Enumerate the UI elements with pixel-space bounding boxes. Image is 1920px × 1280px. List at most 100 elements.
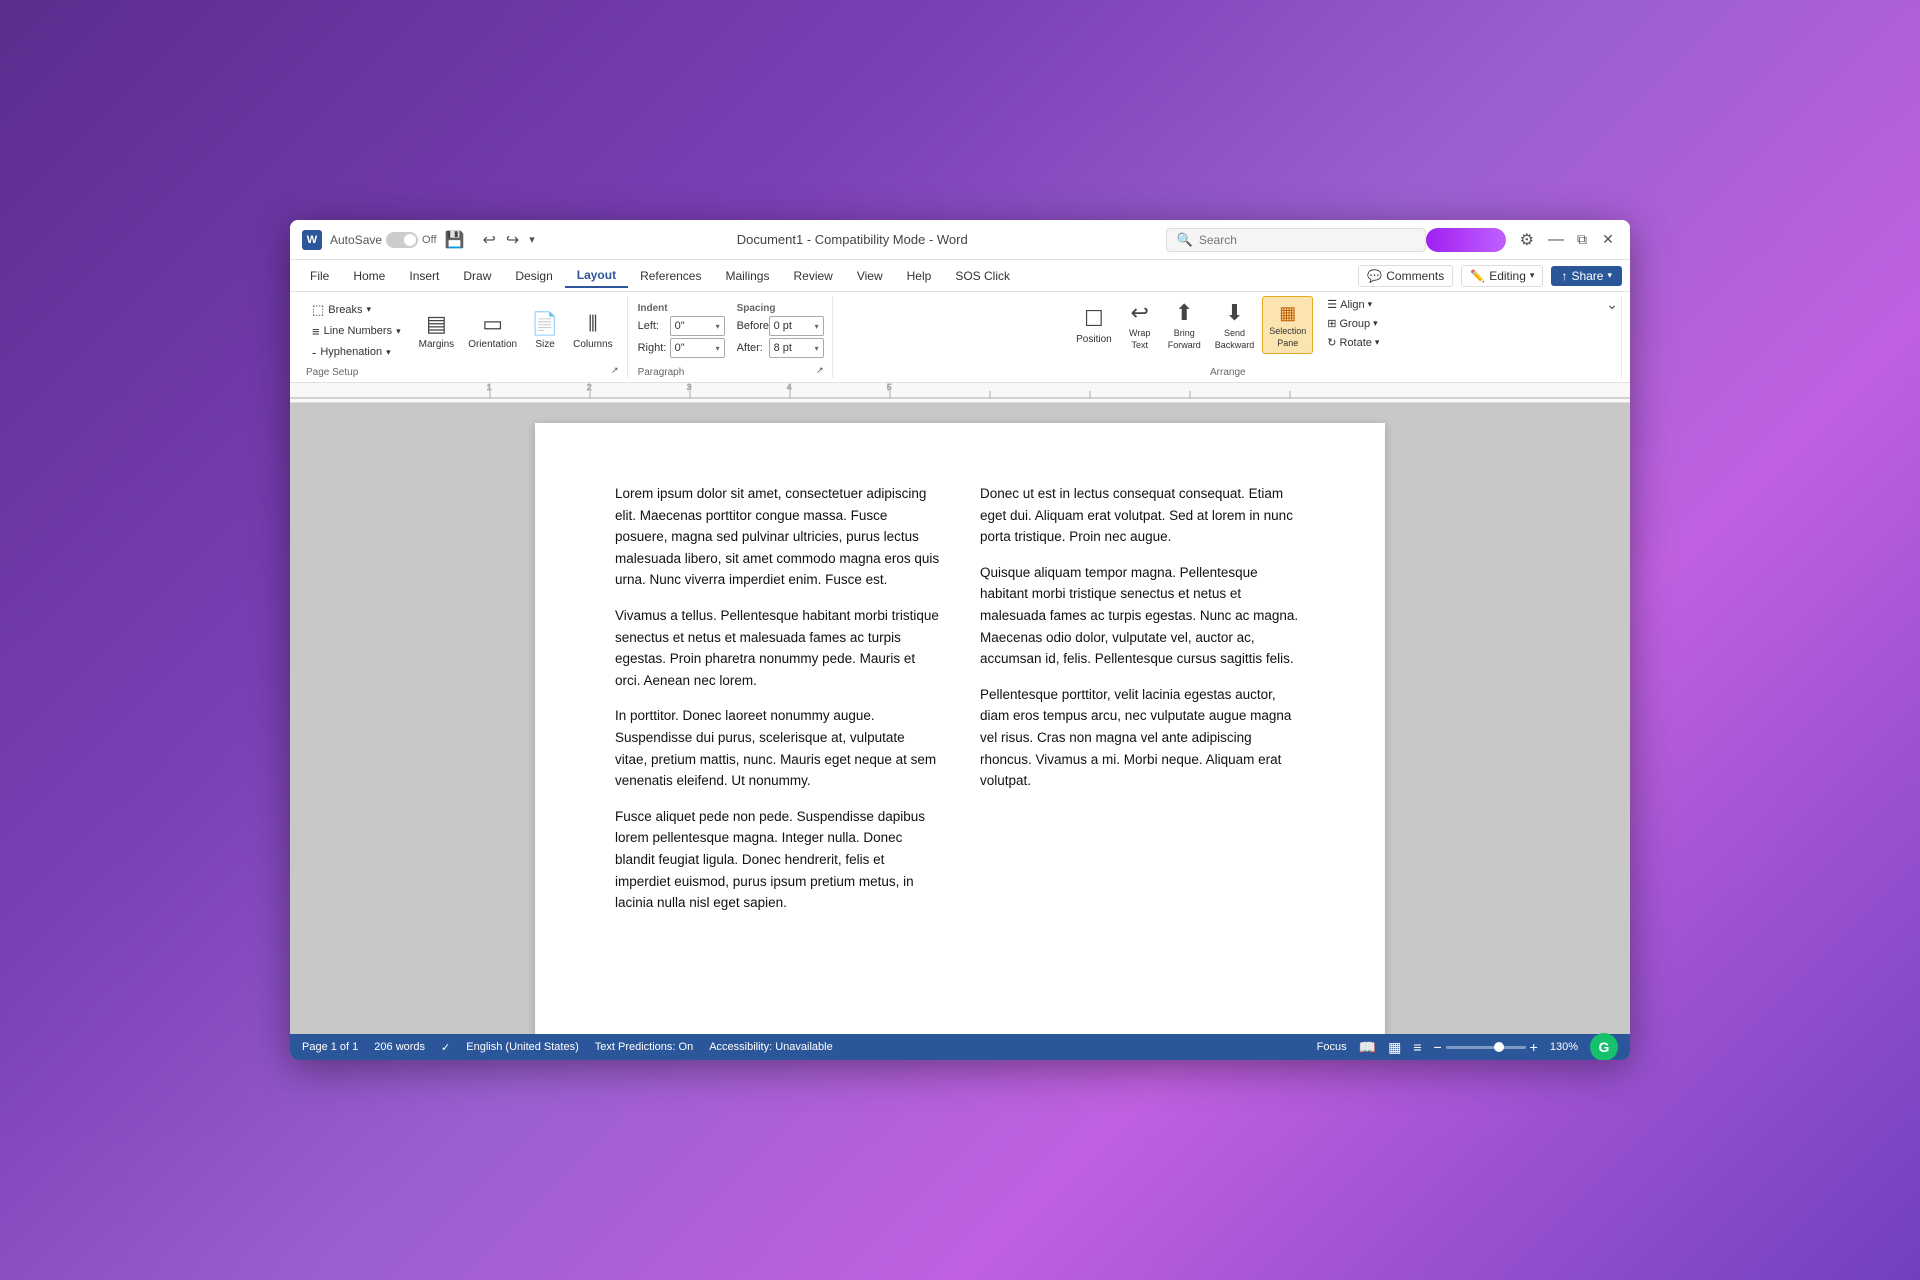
indent-right-input[interactable]: 0" ▾	[670, 338, 725, 358]
comments-button[interactable]: 💬 Comments	[1358, 265, 1453, 287]
breaks-icon: ⬚	[312, 302, 324, 318]
ribbon-tabs: File Home Insert Draw Design Layout Refe…	[290, 260, 1630, 292]
restore-button[interactable]: ⧉	[1572, 230, 1592, 250]
minimize-button[interactable]: —	[1546, 230, 1566, 250]
margins-button[interactable]: ▤ Margins	[413, 307, 461, 354]
breaks-button[interactable]: ⬚ Breaks ▾	[306, 300, 407, 320]
spacing-after-row: After: 8 pt ▾	[737, 338, 824, 358]
zoom-value[interactable]: 130%	[1550, 1041, 1578, 1053]
rotate-dropdown: ▾	[1375, 337, 1380, 348]
hyphenation-label: Hyphenation	[320, 346, 382, 358]
margins-icon: ▤	[426, 311, 447, 337]
undo-redo-area: ↩ ↪ ▾	[478, 228, 538, 252]
tab-references[interactable]: References	[628, 265, 713, 287]
ruler-svg: 1 2 3 4 5	[290, 383, 1630, 403]
view-web-layout[interactable]: ▦	[1388, 1039, 1401, 1056]
orientation-button[interactable]: ▭ Orientation	[462, 307, 523, 354]
spacing-after-input[interactable]: 8 pt ▾	[769, 338, 824, 358]
position-button[interactable]: ☐ Position	[1070, 296, 1118, 354]
comments-icon: 💬	[1367, 269, 1382, 283]
hyphenation-button[interactable]: - Hyphenation ▾	[306, 343, 407, 362]
zoom-out-button[interactable]: −	[1433, 1039, 1441, 1055]
bring-forward-button[interactable]: ⬆ Bring Forward	[1162, 296, 1207, 354]
zoom-track[interactable]	[1446, 1046, 1526, 1049]
spacing-before-row: Before: 0 pt ▾	[737, 316, 824, 336]
spacing-label: Spacing	[737, 303, 824, 314]
profile-area[interactable]	[1426, 228, 1506, 252]
settings-icon[interactable]: ⚙	[1514, 228, 1540, 252]
zoom-thumb[interactable]	[1494, 1042, 1504, 1052]
tab-view[interactable]: View	[845, 265, 895, 287]
breaks-dropdown: ▾	[367, 304, 372, 315]
tab-help[interactable]: Help	[895, 265, 944, 287]
paragraph-4: Fusce aliquet pede non pede. Suspendisse…	[615, 806, 940, 914]
tab-insert[interactable]: Insert	[397, 265, 451, 287]
view-print-layout[interactable]: 📖	[1359, 1039, 1376, 1056]
zoom-in-button[interactable]: +	[1530, 1039, 1538, 1055]
title-bar-left: W AutoSave Off 💾 ↩ ↪ ▾	[302, 228, 539, 252]
ribbon-expand-button[interactable]: ⌄	[1606, 296, 1618, 313]
size-button[interactable]: 📄 Size	[525, 307, 565, 354]
group-label: Group	[1339, 318, 1370, 330]
page-setup-expand-icon[interactable]: ↗	[611, 365, 619, 376]
editing-icon: ✏️	[1470, 269, 1485, 283]
tab-file[interactable]: File	[298, 265, 341, 287]
svg-text:5: 5	[887, 383, 892, 392]
search-bar[interactable]: 🔍	[1166, 228, 1426, 252]
size-icon: 📄	[531, 311, 558, 337]
indent-label: Indent	[638, 303, 725, 314]
autosave-toggle[interactable]	[386, 232, 418, 248]
search-input[interactable]	[1199, 233, 1399, 247]
grammarly-button[interactable]: G	[1590, 1033, 1618, 1060]
close-button[interactable]: ✕	[1598, 230, 1618, 250]
editing-button[interactable]: ✏️ Editing ▾	[1461, 265, 1543, 287]
word-count[interactable]: 206 words	[374, 1041, 425, 1053]
align-button[interactable]: ☰ Align ▾	[1321, 296, 1385, 313]
zoom-slider-area: − +	[1433, 1039, 1537, 1055]
page-setup-label: Page Setup	[306, 367, 358, 378]
tab-sos-click[interactable]: SOS Click	[943, 265, 1022, 287]
page-info[interactable]: Page 1 of 1	[302, 1041, 358, 1053]
paragraph-6: Quisque aliquam tempor magna. Pellentesq…	[980, 562, 1305, 670]
selection-pane-button[interactable]: ▦ Selection Pane	[1262, 296, 1313, 354]
document-area: Lorem ipsum dolor sit amet, consectetuer…	[290, 403, 1630, 1034]
tab-mailings[interactable]: Mailings	[713, 265, 781, 287]
tab-review[interactable]: Review	[781, 265, 844, 287]
selection-pane-label2: Pane	[1277, 338, 1298, 348]
wrap-text-button[interactable]: ↩ Wrap Text	[1120, 296, 1160, 354]
columns-button[interactable]: ⫴ Columns	[567, 307, 618, 354]
paragraph-3: In porttitor. Donec laoreet nonummy augu…	[615, 705, 940, 791]
quick-access-more[interactable]: ▾	[525, 231, 539, 248]
indent-left-input[interactable]: 0" ▾	[670, 316, 725, 336]
tab-draw[interactable]: Draw	[451, 265, 503, 287]
language-indicator[interactable]: English (United States)	[466, 1041, 579, 1053]
align-dropdown: ▾	[1368, 299, 1373, 310]
group-button[interactable]: ⊞ Group ▾	[1321, 315, 1385, 332]
tab-home[interactable]: Home	[341, 265, 397, 287]
undo-button[interactable]: ↩	[478, 228, 499, 252]
spacing-column: Spacing Before: 0 pt ▾ After:	[737, 303, 824, 358]
line-numbers-button[interactable]: ≡ Line Numbers ▾	[306, 322, 407, 341]
title-bar: W AutoSave Off 💾 ↩ ↪ ▾ Document1 - Compa…	[290, 220, 1630, 260]
wrap-text-label2: Text	[1131, 340, 1148, 350]
accessibility-status[interactable]: Accessibility: Unavailable	[709, 1041, 833, 1053]
send-backward-button[interactable]: ⬇ Send Backward	[1209, 296, 1261, 354]
redo-button[interactable]: ↪	[502, 228, 523, 252]
share-button[interactable]: ↑ Share ▾	[1551, 266, 1622, 286]
document-page[interactable]: Lorem ipsum dolor sit amet, consectetuer…	[535, 423, 1385, 1034]
columns-label: Columns	[573, 339, 612, 350]
tab-design[interactable]: Design	[503, 265, 564, 287]
paragraph-items: Indent Left: 0" ▾ Right:	[638, 296, 824, 365]
text-predictions[interactable]: Text Predictions: On	[595, 1041, 693, 1053]
spacing-before-input[interactable]: 0 pt ▾	[769, 316, 824, 336]
focus-button[interactable]: Focus	[1317, 1041, 1347, 1053]
rotate-button[interactable]: ↻ Rotate ▾	[1321, 334, 1385, 351]
autosave-state: Off	[422, 234, 436, 246]
send-backward-label2: Backward	[1215, 340, 1255, 350]
paragraph-5: Donec ut est in lectus consequat consequ…	[980, 483, 1305, 548]
paragraph-expand-icon[interactable]: ↗	[816, 365, 824, 376]
view-read-mode[interactable]: ≡	[1413, 1039, 1421, 1055]
track-changes-icon[interactable]: ✓	[441, 1041, 450, 1054]
save-icon[interactable]: 💾	[445, 230, 465, 250]
tab-layout[interactable]: Layout	[565, 264, 628, 288]
